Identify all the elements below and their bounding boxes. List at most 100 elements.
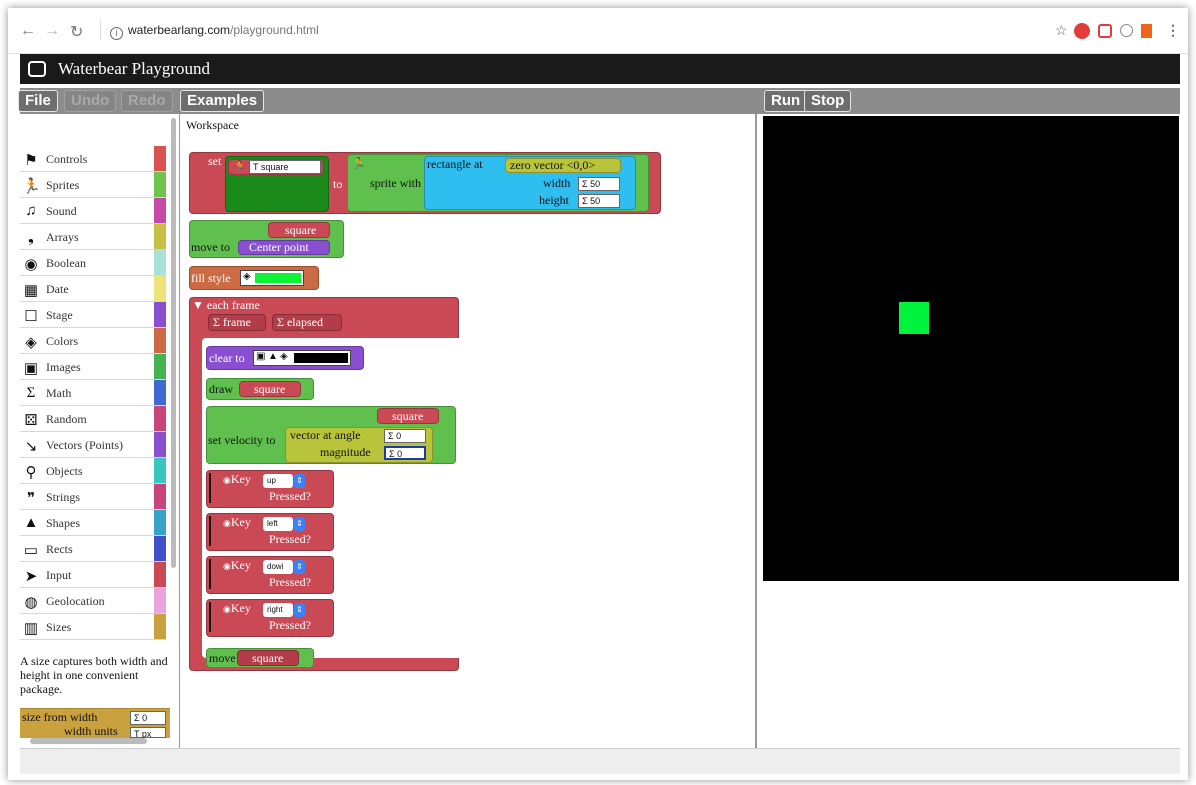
examples-button[interactable]: Examples	[180, 90, 265, 112]
palette-horizontal-scrollbar[interactable]	[30, 738, 147, 744]
rectangle-at-block[interactable]: rectangle at zero vector <0,0> width Σ 5…	[424, 156, 636, 210]
frame-var-block[interactable]: Σ frame	[208, 314, 266, 331]
browser-toolbar: ← → ↻ i waterbearlang.com/playground.html…	[8, 8, 1188, 54]
size-units-field[interactable]: T px	[130, 727, 166, 739]
music-note-icon: ♫	[25, 203, 37, 219]
category-shapes[interactable]: ▲ Shapes	[20, 510, 166, 536]
angle-field[interactable]: Σ 0	[384, 429, 426, 443]
clear-to-block[interactable]: clear to ▣ ▲ ◈	[206, 346, 364, 370]
office-extension-icon[interactable]	[1141, 24, 1152, 38]
redo-button[interactable]: Redo	[121, 90, 173, 112]
key-pressed-block[interactable]: ◉Key right ⇕ Pressed?	[206, 599, 334, 637]
key-pressed-block[interactable]: ◉Key dowi ⇕ Pressed?	[206, 556, 334, 594]
category-arrays[interactable]: ❟ Arrays	[20, 224, 166, 250]
category-sound[interactable]: ♫ Sound	[20, 198, 166, 224]
category-math[interactable]: Σ Math	[20, 380, 166, 406]
reload-icon[interactable]: ↻	[70, 22, 83, 42]
extension-info-icon[interactable]	[1120, 24, 1133, 37]
category-vectors-points[interactable]: ↘ Vectors (Points)	[20, 432, 166, 458]
back-arrow-icon[interactable]: ←	[20, 22, 36, 40]
vector-at-angle-block[interactable]: vector at angle Σ 0 magnitude Σ 0	[285, 427, 433, 463]
stop-button[interactable]: Stop	[804, 90, 852, 112]
category-strings[interactable]: ❞ Strings	[20, 484, 166, 510]
undo-button[interactable]: Undo	[64, 90, 117, 112]
key-select[interactable]: left ⇕	[263, 517, 305, 531]
width-label: width	[543, 176, 571, 190]
menu-dots-icon[interactable]: ⋮	[1166, 22, 1180, 39]
variable-name-field[interactable]: T square	[249, 160, 321, 174]
category-colors[interactable]: ◈ Colors	[20, 328, 166, 354]
address-bar[interactable]: i waterbearlang.com/playground.html	[110, 23, 319, 40]
category-controls[interactable]: ⚑ Controls	[20, 146, 166, 172]
category-date[interactable]: ▦ Date	[20, 276, 166, 302]
category-input[interactable]: ➤ Input	[20, 562, 166, 588]
select-arrow-icon[interactable]: ⇕	[294, 517, 305, 531]
waterbear-logo-icon	[28, 61, 46, 77]
variable-slot[interactable]: 🏃 T square	[225, 156, 329, 212]
height-field[interactable]: Σ 50	[578, 194, 620, 208]
category-color-swatch	[154, 406, 166, 431]
square-ref-block[interactable]: square	[239, 381, 301, 397]
url-path: /playground.html	[230, 23, 319, 37]
file-button[interactable]: File	[18, 90, 58, 112]
category-images[interactable]: ▣ Images	[20, 354, 166, 380]
category-color-swatch	[154, 588, 166, 613]
size-from-width-block[interactable]: size from width Σ 0 width units T px	[20, 708, 170, 739]
bookmark-star-icon[interactable]: ☆	[1055, 22, 1068, 39]
size-block-label-2: width units	[64, 724, 118, 738]
shapes-icon: ▲	[23, 515, 39, 531]
category-random[interactable]: ⚄ Random	[20, 406, 166, 432]
category-boolean[interactable]: ◉ Boolean	[20, 250, 166, 276]
forward-arrow-icon[interactable]: →	[44, 22, 60, 40]
url-host: waterbearlang.com	[128, 23, 231, 37]
adblock-extension-icon[interactable]	[1074, 23, 1090, 39]
width-field[interactable]: Σ 50	[578, 177, 620, 191]
draw-block[interactable]: draw square	[206, 378, 314, 400]
category-label: Shapes	[46, 516, 80, 530]
category-geolocation[interactable]: ◍ Geolocation	[20, 588, 166, 614]
move-block[interactable]: move square	[206, 648, 314, 668]
magnitude-field[interactable]: Σ 0	[384, 446, 426, 460]
key-select[interactable]: right ⇕	[263, 603, 305, 617]
square-ref-block[interactable]: square	[377, 408, 439, 424]
palette-vertical-scrollbar[interactable]	[171, 118, 176, 568]
info-icon[interactable]: i	[110, 27, 123, 40]
square-ref-block[interactable]: square	[268, 222, 330, 238]
set-velocity-block[interactable]: square set velocity to vector at angle Σ…	[206, 406, 456, 464]
size-width-field[interactable]: Σ 0	[130, 711, 166, 725]
zero-vector-block[interactable]: zero vector <0,0>	[505, 158, 621, 173]
key-select[interactable]: dowi ⇕	[263, 560, 305, 574]
stage-canvas[interactable]	[763, 116, 1179, 581]
category-sizes[interactable]: ▥ Sizes	[20, 614, 166, 640]
each-frame-block[interactable]: ▼ each frame Σ frame Σ elapsed clear to …	[189, 297, 460, 671]
app-title: Waterbear Playground	[58, 59, 211, 78]
variable-name-block[interactable]: 🏃 T square	[228, 159, 324, 175]
run-button[interactable]: Run	[764, 90, 808, 112]
size-width-value: 0	[142, 713, 148, 723]
fill-style-block[interactable]: fill style ◈	[189, 266, 319, 290]
clear-color-swatch[interactable]: ▣ ▲ ◈	[253, 350, 351, 366]
square-ref-block[interactable]: square	[237, 650, 299, 666]
fill-color-swatch[interactable]: ◈	[240, 270, 304, 286]
category-sprites[interactable]: 🏃 Sprites	[20, 172, 166, 198]
category-label: Controls	[46, 152, 88, 166]
category-rects[interactable]: ▭ Rects	[20, 536, 166, 562]
select-arrow-icon[interactable]: ⇕	[294, 560, 305, 574]
key-pressed-block[interactable]: ◉Key up ⇕ Pressed?	[206, 470, 334, 508]
center-point-block[interactable]: Center point	[238, 240, 330, 255]
triangle-down-icon[interactable]: ▼	[192, 298, 204, 312]
select-arrow-icon[interactable]: ⇕	[294, 603, 305, 617]
category-objects[interactable]: ⚲ Objects	[20, 458, 166, 484]
select-arrow-icon[interactable]: ⇕	[294, 474, 305, 488]
set-variable-block[interactable]: set 🏃 T square to 🏃 sprite with rectangl…	[189, 152, 661, 214]
pocket-extension-icon[interactable]	[1098, 24, 1112, 38]
sigma-icon: Σ	[582, 179, 588, 189]
toggle-icon: ◉	[223, 475, 231, 485]
sprite-with-block[interactable]: 🏃 sprite with rectangle at zero vector <…	[347, 154, 649, 212]
key-select[interactable]: up ⇕	[263, 474, 305, 488]
paint-bucket-icon: ◈	[280, 351, 288, 362]
category-stage[interactable]: ☐ Stage	[20, 302, 166, 328]
elapsed-var-block[interactable]: Σ elapsed	[272, 314, 342, 331]
move-to-block[interactable]: square move to Center point	[189, 220, 344, 258]
key-pressed-block[interactable]: ◉Key left ⇕ Pressed?	[206, 513, 334, 551]
